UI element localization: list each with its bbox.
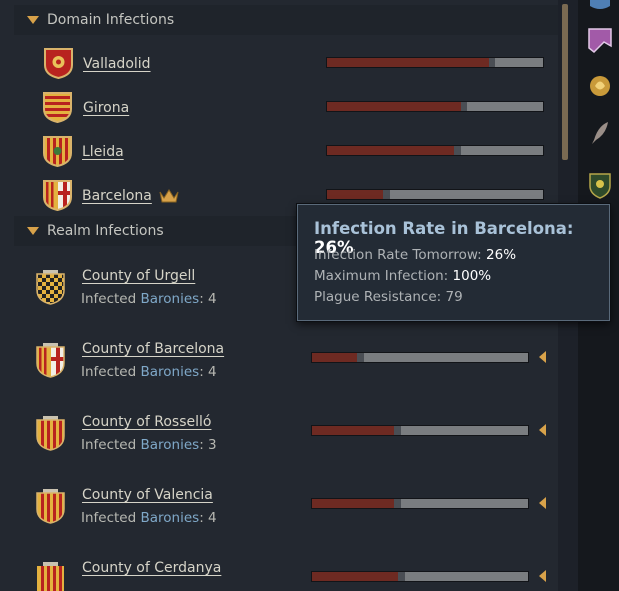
domain-item-lleida[interactable]: Lleida [82,144,124,160]
tooltip-line-value: 79 [445,289,463,305]
infected-baronies-rossello: Infected Baronies: 3 [81,437,217,453]
expand-caret-icon[interactable] [539,570,546,582]
bar-track [495,58,543,67]
expand-caret-icon[interactable] [539,351,546,363]
tooltip-line-label: Plague Resistance: [314,289,446,305]
bar-fill [312,353,358,362]
bar-fill [312,499,395,508]
domain-infections-header[interactable]: Domain Infections [14,5,558,35]
tooltip-line-label: Maximum Infection: [314,268,453,284]
tooltip-title-label: Infection Rate in Barcelona: [314,219,574,238]
tooltip-line-tomorrow: Infection Rate Tomorrow: 26% [314,247,516,263]
sub-prefix: Infected [81,291,141,307]
barcelona-county-coat-of-arms-icon [36,343,65,378]
rossello-coat-of-arms-icon [36,416,65,451]
bar-track [400,426,528,435]
expand-caret-icon[interactable] [539,424,546,436]
realm-item-county-of-barcelona[interactable]: County of Barcelona [82,341,224,357]
realm-item-county-of-cerdanya[interactable]: County of Cerdanya [82,560,221,576]
infection-bar-county-of-valencia [311,498,529,509]
section-title: Domain Infections [47,12,175,28]
banner-icon[interactable] [586,26,614,56]
cerdanya-coat-of-arms-icon [37,562,64,591]
realm-item-county-of-urgell[interactable]: County of Urgell [82,268,195,284]
bar-fill [327,58,489,67]
infection-bar-county-of-rossello [311,425,529,436]
bar-track [467,102,543,111]
bar-track [400,499,528,508]
bar-track [460,146,543,155]
expand-caret-icon[interactable] [539,497,546,509]
infection-bar-barcelona [326,189,544,200]
collapse-triangle-icon[interactable] [27,16,39,24]
valencia-coat-of-arms-icon [36,489,65,524]
infected-baronies-urgell: Infected Baronies: 4 [81,291,217,307]
section-title: Realm Infections [47,223,164,239]
infection-rate-tooltip: Infection Rate in Barcelona: 26% Infecti… [297,204,610,321]
valladolid-coat-of-arms-icon [44,48,73,79]
infected-baronies-valencia: Infected Baronies: 4 [81,510,217,526]
baronies-link[interactable]: Baronies [140,364,199,380]
tooltip-line-label: Infection Rate Tomorrow: [314,247,487,263]
bar-fill [327,102,461,111]
sub-prefix: Infected [81,437,141,453]
sub-count: : 3 [199,437,217,453]
collapse-triangle-icon[interactable] [27,227,39,235]
sub-count: : 4 [199,364,217,380]
tooltip-line-value: 26% [486,247,517,263]
domain-item-valladolid[interactable]: Valladolid [83,56,151,72]
tooltip-line-value: 100% [452,268,492,284]
barcelona-coat-of-arms-icon [43,180,72,211]
baronies-link[interactable]: Baronies [140,510,199,526]
shield-icon[interactable] [586,170,614,200]
sub-prefix: Infected [81,364,141,380]
sub-count: : 4 [199,291,217,307]
quill-icon[interactable] [586,118,614,148]
urgell-coat-of-arms-icon [36,270,65,305]
scrollbar-thumb[interactable] [562,4,568,160]
domain-item-barcelona[interactable]: Barcelona [82,188,152,204]
sub-count: : 4 [199,510,217,526]
character-icon[interactable] [586,0,614,12]
bar-track [363,353,528,362]
infection-bar-county-of-barcelona [311,352,529,363]
bar-fill [327,190,384,199]
infection-bar-county-of-cerdanya [311,571,529,582]
infection-bar-girona [326,101,544,112]
tooltip-line-maximum: Maximum Infection: 100% [314,268,491,284]
infection-bar-lleida [326,145,544,156]
bar-fill [312,572,399,581]
sub-prefix: Infected [81,510,141,526]
baronies-link[interactable]: Baronies [140,291,199,307]
girona-coat-of-arms-icon [43,92,72,123]
infected-baronies-barcelona: Infected Baronies: 4 [81,364,217,380]
bar-fill [312,426,395,435]
tooltip-line-resistance: Plague Resistance: 79 [314,289,463,305]
realm-item-county-of-valencia[interactable]: County of Valencia [82,487,213,503]
domain-item-girona[interactable]: Girona [83,100,129,116]
bar-track [404,572,528,581]
rose-icon[interactable] [586,72,614,102]
lleida-coat-of-arms-icon [43,136,72,167]
bar-fill [327,146,455,155]
bar-track [389,190,543,199]
realm-item-county-of-rossello[interactable]: County of Rosselló [82,414,211,430]
crown-icon [159,189,179,203]
infection-bar-valladolid [326,57,544,68]
baronies-link[interactable]: Baronies [140,437,199,453]
